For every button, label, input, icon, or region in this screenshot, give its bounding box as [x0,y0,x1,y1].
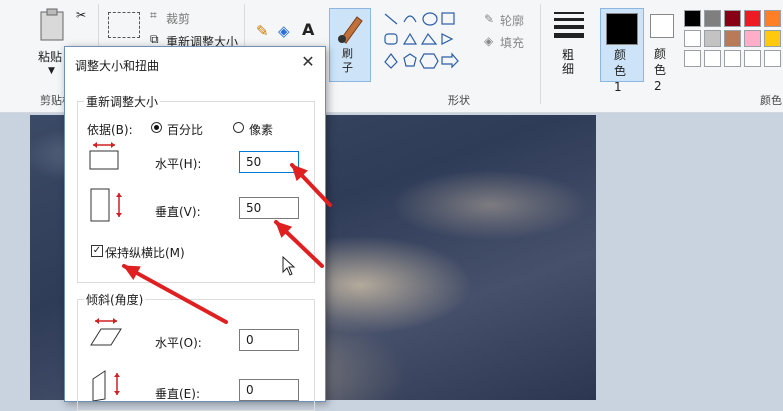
skew-horizontal-input[interactable]: 0 [239,329,299,351]
color2-swatch [650,14,674,38]
scissors-icon[interactable]: ✂ [76,8,86,22]
size-label: 粗细 [562,48,575,76]
vertical-input[interactable]: 50 [239,197,299,219]
color1-label: 颜色 1 [614,48,627,94]
palette-color-swatch[interactable] [724,30,741,47]
vertical-label: 垂直(V): [155,205,201,219]
palette-color-swatch[interactable] [684,30,701,47]
skew-section-title: 倾斜(角度) [84,291,146,308]
percent-label[interactable]: 百分比 [167,121,203,138]
chevron-down-icon: ▼ [48,66,55,76]
pixels-radio[interactable] [233,122,244,133]
palette-color-swatch[interactable] [744,30,761,47]
percent-radio[interactable] [151,122,162,133]
horizontal-label: 水平(H): [155,157,202,171]
resize-skew-dialog: 调整大小和扭曲 ✕ 重新调整大小 依据(B): 百分比 像素 水平(H): 50… [64,46,326,411]
crop-button[interactable]: 裁剪 [166,10,190,27]
resize-icon: ⧉ [150,32,159,46]
by-label: 依据(B): [87,123,133,137]
brush-button[interactable]: 刷子 [329,8,371,82]
color2-label: 颜色 2 [654,47,667,93]
brush-label: 刷子 [342,47,353,74]
palette-color-swatch[interactable] [764,30,781,47]
resize-section-title: 重新调整大小 [84,93,161,110]
horizontal-resize-icon [89,142,119,170]
palette-color-swatch[interactable] [744,10,761,27]
palette-empty-swatch[interactable] [724,50,741,67]
keep-ratio-checkbox[interactable]: ✓ [91,245,103,257]
line-size-icon [554,12,584,38]
palette-empty-swatch[interactable] [744,50,761,67]
select-button[interactable] [108,12,140,38]
vertical-resize-icon [90,188,122,222]
skew-vertical-input[interactable]: 0 [239,379,299,401]
clipboard-icon [40,8,64,41]
dialog-title: 调整大小和扭曲 [75,59,160,73]
close-icon[interactable]: ✕ [297,51,319,73]
skew-vertical-label: 垂直(E): [155,387,200,401]
palette-empty-swatch[interactable] [704,50,721,67]
brush-icon [338,16,363,44]
color1-button[interactable]: 颜色 1 [600,8,644,94]
fill-button[interactable]: 填充 [500,34,524,51]
palette-color-swatch[interactable] [704,30,721,47]
palette-empty-swatch[interactable] [684,50,701,67]
crop-icon: ⌗ [150,8,157,22]
divider [540,4,541,104]
palette-color-swatch[interactable] [764,10,781,27]
horizontal-skew-icon [90,318,122,346]
shapes-group-label: 形状 [448,94,470,107]
outline-button[interactable]: 轮廓 [500,12,524,29]
text-tool-icon[interactable]: A [302,20,314,39]
fill-icon: ◈ [484,34,494,48]
palette-color-swatch[interactable] [724,10,741,27]
palette-color-swatch[interactable] [704,10,721,27]
palette-empty-swatch[interactable] [764,50,781,67]
color-palette [684,10,783,70]
palette-color-swatch[interactable] [684,10,701,27]
pixels-label[interactable]: 像素 [249,121,273,138]
color2-button[interactable]: 颜色 2 [646,8,678,93]
skew-horizontal-label: 水平(O): [155,336,202,350]
size-button[interactable]: 粗细 [552,10,586,80]
pencil-icon[interactable]: ✎ [256,22,269,40]
colors-group-label: 颜色 [760,94,782,107]
horizontal-input[interactable]: 50 [239,151,299,173]
shapes-gallery[interactable] [382,10,472,70]
mouse-cursor-icon [282,256,296,276]
paste-label: 粘贴 [38,50,63,64]
outline-icon: ✎ [484,12,495,26]
color1-swatch [606,13,638,45]
vertical-skew-icon [92,370,120,401]
fill-bucket-icon[interactable]: ◈ [278,22,290,40]
keep-ratio-label[interactable]: 保持纵横比(M) [105,244,185,261]
